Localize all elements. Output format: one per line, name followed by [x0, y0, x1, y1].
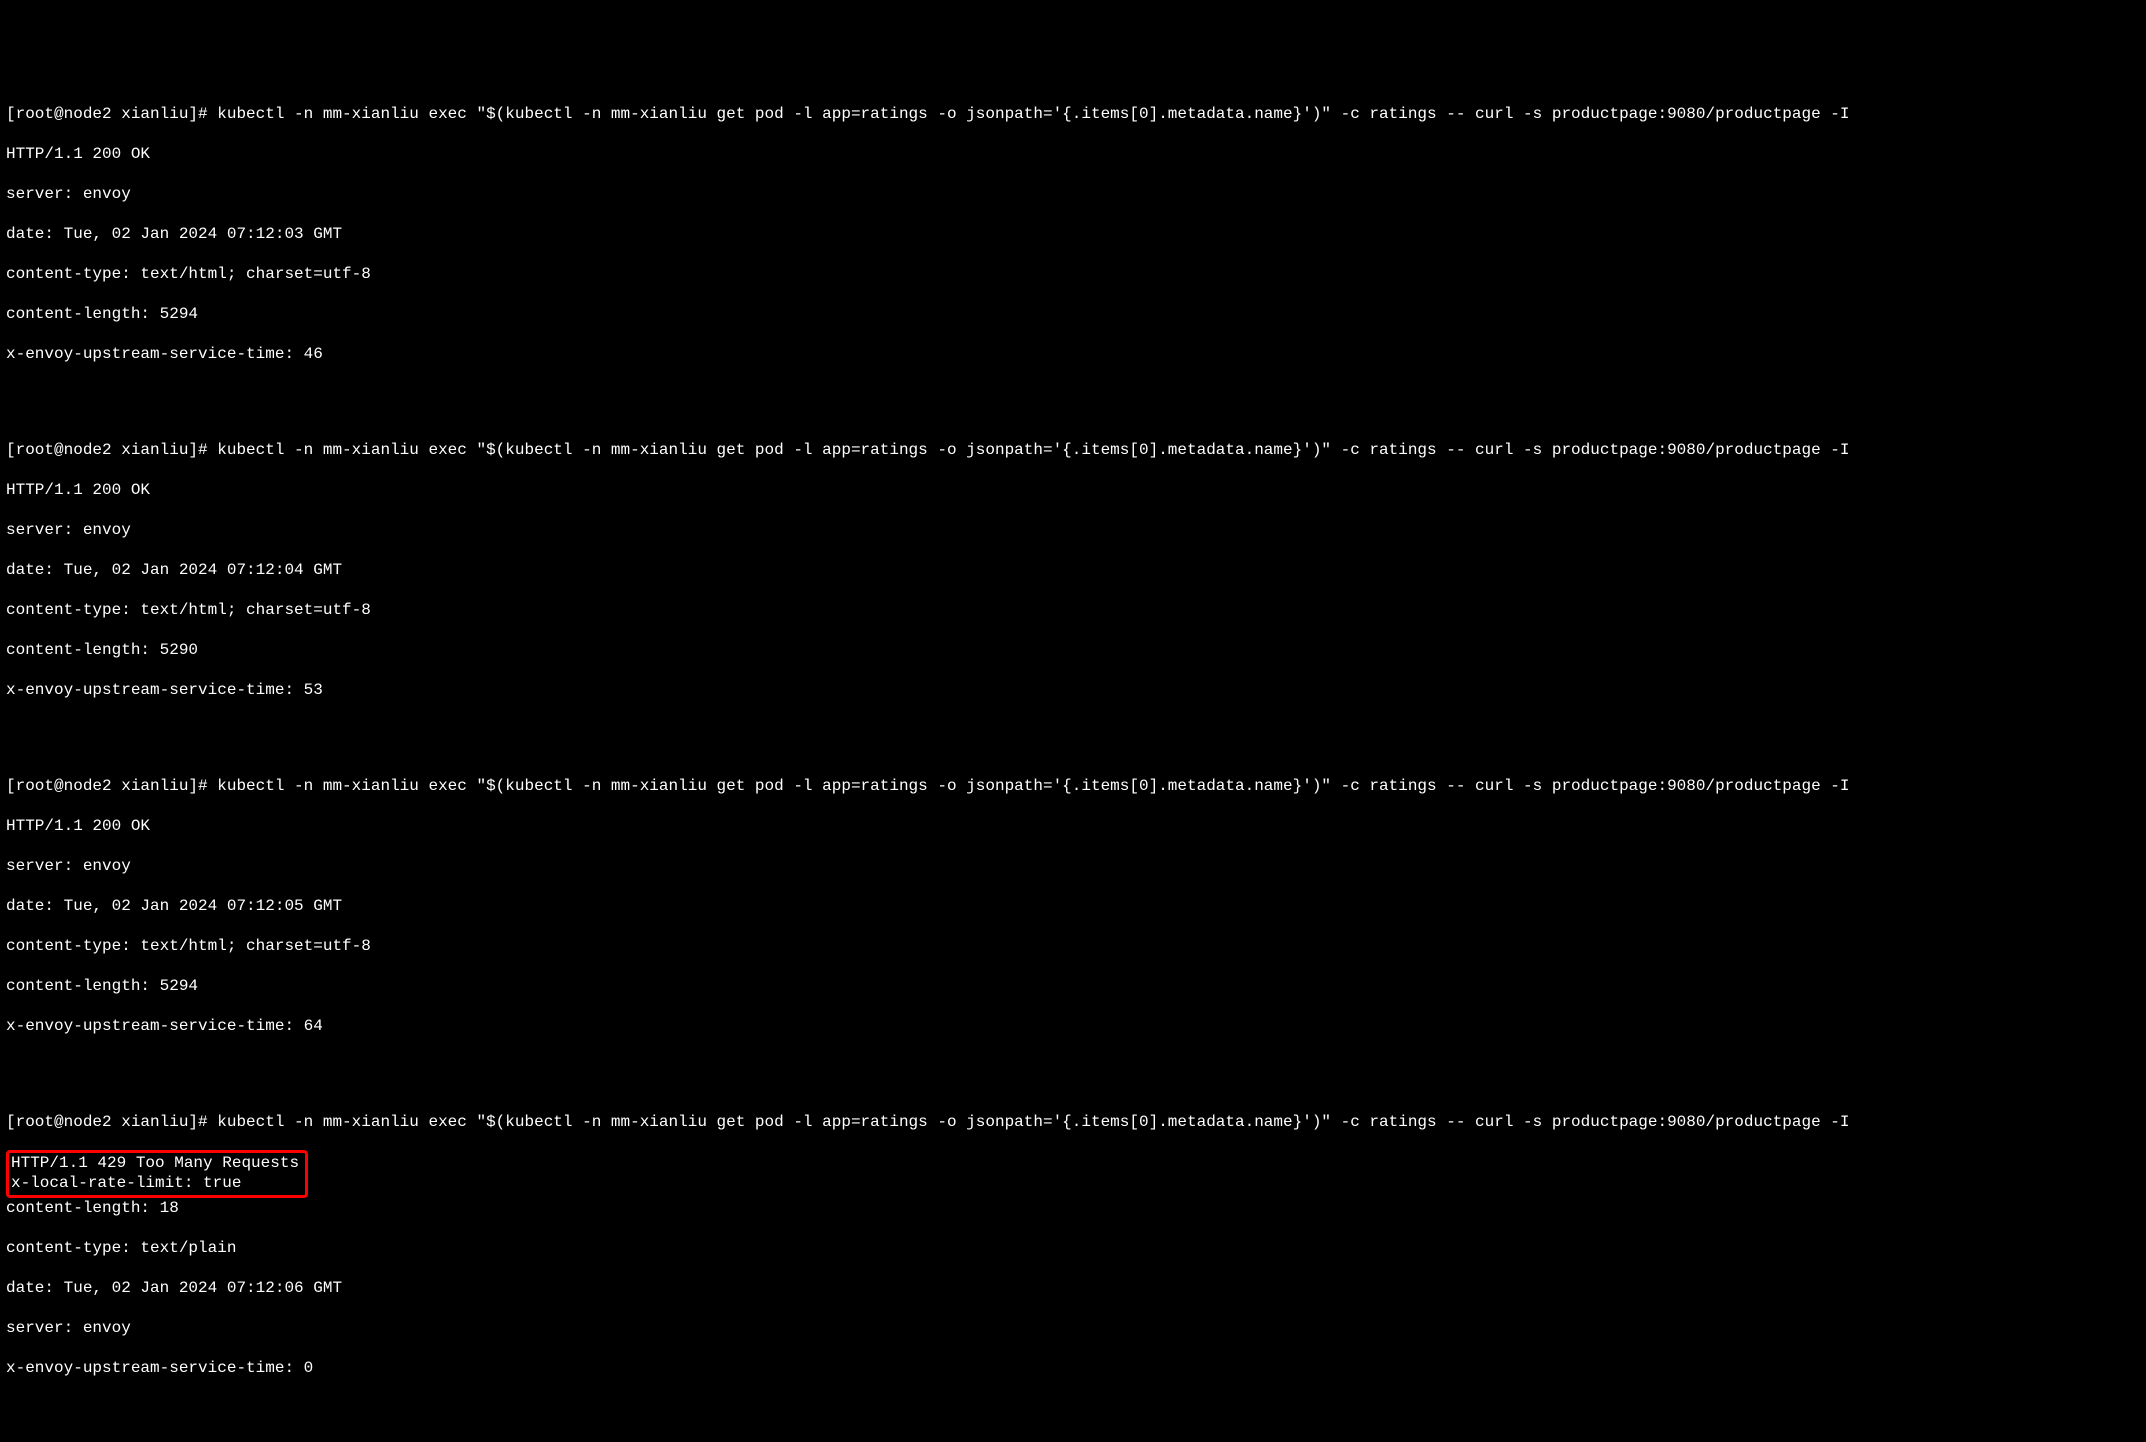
http-status-line: HTTP/1.1 200 OK: [6, 144, 2140, 164]
http-header-line: x-envoy-upstream-service-time: 0: [6, 1358, 2140, 1378]
http-status-line: HTTP/1.1 200 OK: [6, 816, 2140, 836]
http-header-line: date: Tue, 02 Jan 2024 07:12:03 GMT: [6, 224, 2140, 244]
rate-limit-header: x-local-rate-limit: true: [11, 1173, 299, 1193]
http-status-line: HTTP/1.1 429 Too Many Requests: [11, 1153, 299, 1173]
http-header-line: x-envoy-upstream-service-time: 64: [6, 1016, 2140, 1036]
http-header-line: content-length: 18: [6, 1198, 2140, 1218]
http-header-line: content-length: 5290: [6, 640, 2140, 660]
http-header-line: server: envoy: [6, 520, 2140, 540]
http-header-line: date: Tue, 02 Jan 2024 07:12:05 GMT: [6, 896, 2140, 916]
shell-prompt[interactable]: [root@node2 xianliu]# kubectl -n mm-xian…: [6, 1112, 2140, 1132]
http-header-line: content-type: text/plain: [6, 1238, 2140, 1258]
http-header-line: content-type: text/html; charset=utf-8: [6, 936, 2140, 956]
http-header-line: content-length: 5294: [6, 304, 2140, 324]
http-header-line: content-type: text/html; charset=utf-8: [6, 264, 2140, 284]
shell-prompt[interactable]: [root@node2 xianliu]# kubectl -n mm-xian…: [6, 776, 2140, 796]
terminal-block-2: [root@node2 xianliu]# kubectl -n mm-xian…: [6, 420, 2140, 720]
terminal-block-1: [root@node2 xianliu]# kubectl -n mm-xian…: [6, 84, 2140, 384]
terminal-block-4: [root@node2 xianliu]# kubectl -n mm-xian…: [6, 1092, 2140, 1398]
http-header-line: x-envoy-upstream-service-time: 53: [6, 680, 2140, 700]
terminal-block-3: [root@node2 xianliu]# kubectl -n mm-xian…: [6, 756, 2140, 1056]
http-header-line: server: envoy: [6, 184, 2140, 204]
http-header-line: server: envoy: [6, 1318, 2140, 1338]
shell-prompt[interactable]: [root@node2 xianliu]# kubectl -n mm-xian…: [6, 104, 2140, 124]
http-header-line: content-type: text/html; charset=utf-8: [6, 600, 2140, 620]
http-header-line: content-length: 5294: [6, 976, 2140, 996]
http-header-line: date: Tue, 02 Jan 2024 07:12:06 GMT: [6, 1278, 2140, 1298]
http-header-line: date: Tue, 02 Jan 2024 07:12:04 GMT: [6, 560, 2140, 580]
http-header-line: server: envoy: [6, 856, 2140, 876]
http-header-line: x-envoy-upstream-service-time: 46: [6, 344, 2140, 364]
rate-limit-highlight: HTTP/1.1 429 Too Many Requestsx-local-ra…: [6, 1150, 308, 1198]
shell-prompt[interactable]: [root@node2 xianliu]# kubectl -n mm-xian…: [6, 440, 2140, 460]
http-status-line: HTTP/1.1 200 OK: [6, 480, 2140, 500]
